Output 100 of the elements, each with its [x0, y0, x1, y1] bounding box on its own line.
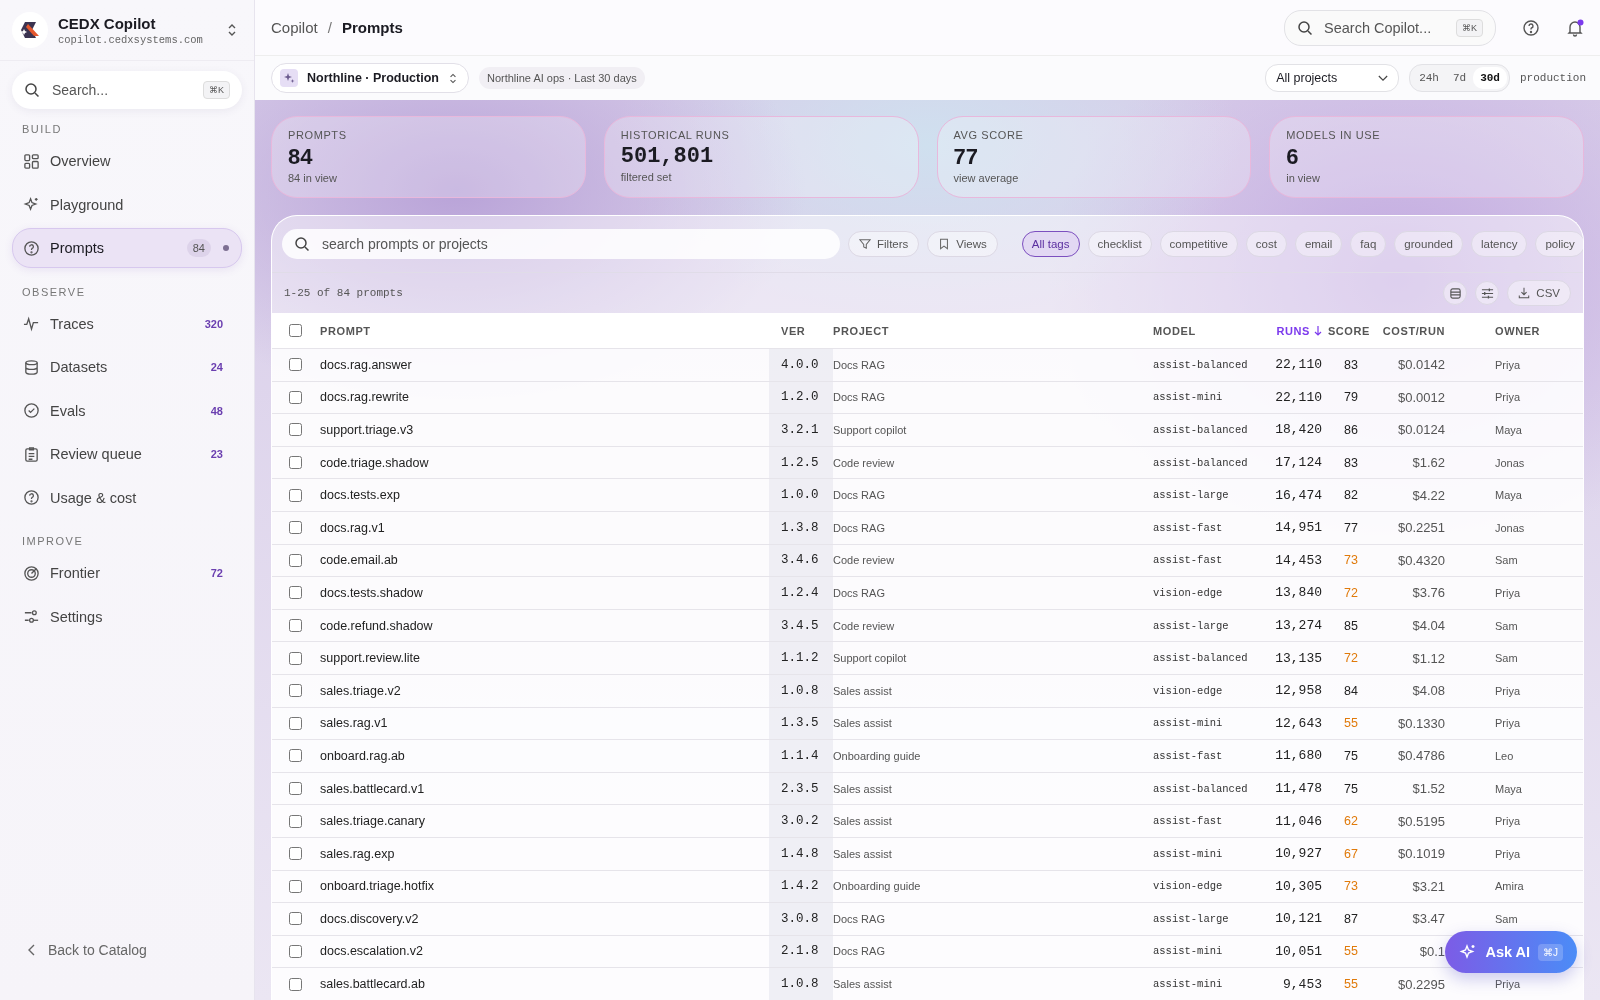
help-icon[interactable]: [1522, 18, 1540, 37]
column-header[interactable]: SCORE: [1322, 324, 1370, 337]
range-option[interactable]: 7d: [1445, 67, 1474, 89]
range-option[interactable]: 30d: [1473, 67, 1507, 89]
tag-chip[interactable]: policy: [1535, 231, 1583, 257]
search-input[interactable]: Search Copilot...: [1322, 18, 1447, 37]
row-checkbox[interactable]: [288, 651, 302, 665]
tag-chip[interactable]: cost: [1245, 231, 1287, 257]
stat-value: 77: [953, 144, 979, 170]
row-checkbox[interactable]: [288, 716, 302, 730]
search-icon: [1297, 19, 1313, 36]
nav-item[interactable]: Frontier 72: [12, 553, 242, 593]
prompt-name[interactable]: docs.tests.shadow: [318, 585, 769, 600]
nav-item[interactable]: Overview: [12, 141, 242, 181]
column-header[interactable]: RUNS: [1247, 324, 1322, 337]
row-checkbox[interactable]: [288, 358, 302, 372]
prompt-name[interactable]: code.email.ab: [318, 553, 769, 568]
nav-item[interactable]: Evals 48: [12, 390, 242, 431]
nav-item[interactable]: Playground: [12, 184, 242, 225]
row-checkbox[interactable]: [288, 586, 302, 600]
views-button[interactable]: Views: [927, 231, 998, 257]
table-cell: 1.2.0: [769, 381, 833, 414]
tag-chip[interactable]: checklist: [1087, 231, 1152, 257]
column-header[interactable]: VER: [769, 313, 833, 348]
column-header[interactable]: PROJECT: [833, 324, 1153, 337]
column-header[interactable]: COST/RUN: [1370, 324, 1445, 337]
nav-item[interactable]: Prompts 84: [12, 228, 242, 268]
column-header[interactable]: OWNER: [1445, 324, 1555, 337]
prompt-name[interactable]: sales.rag.v1: [318, 716, 769, 731]
prompt-name[interactable]: docs.tests.exp: [318, 488, 769, 503]
search-input[interactable]: search prompts or projects: [320, 235, 828, 253]
nav-item[interactable]: Review queue 23: [12, 434, 242, 474]
search-input[interactable]: Search...: [50, 81, 193, 99]
sidebar-search-field[interactable]: Search... ⌘K: [12, 71, 242, 109]
tag-chip[interactable]: grounded: [1394, 231, 1463, 257]
row-checkbox[interactable]: [288, 488, 302, 502]
project-select[interactable]: All projects: [1265, 64, 1400, 92]
csv-export-button[interactable]: CSV: [1507, 280, 1571, 306]
row-checkbox[interactable]: [288, 945, 302, 958]
columns-button[interactable]: [1475, 281, 1500, 305]
nav-item[interactable]: Settings: [12, 596, 242, 637]
nav-item[interactable]: Datasets 24: [12, 347, 242, 387]
chevron-updown-icon[interactable]: [226, 22, 238, 38]
table-cell-text: $0.1019: [1397, 846, 1445, 862]
workspace-select[interactable]: Northline · Production: [271, 63, 469, 93]
search-field[interactable]: Search Copilot... ⌘K: [1284, 9, 1496, 46]
row-checkbox[interactable]: [288, 390, 302, 404]
row-checkbox[interactable]: [288, 521, 302, 535]
row-checkbox[interactable]: [288, 814, 302, 828]
stat-note: filtered set: [620, 171, 673, 183]
prompt-name[interactable]: sales.battlecard.ab: [318, 977, 769, 992]
search-field[interactable]: search prompts or projects: [282, 229, 840, 259]
row-checkbox[interactable]: [288, 977, 302, 991]
row-checkbox[interactable]: [288, 749, 302, 763]
table-cell-text: $0.1330: [1397, 715, 1445, 731]
prompt-name[interactable]: code.refund.shadow: [318, 618, 769, 633]
prompt-name[interactable]: docs.rag.v1: [318, 520, 769, 535]
tag-chip[interactable]: faq: [1350, 231, 1387, 257]
table-cell-text: 17,124: [1274, 455, 1322, 471]
prompt-name[interactable]: sales.rag.exp: [318, 846, 769, 861]
tag-chip[interactable]: latency: [1470, 231, 1528, 257]
prompt-name[interactable]: support.review.lite: [318, 651, 769, 666]
tag-chip[interactable]: competitive: [1159, 231, 1238, 257]
table-cell-text: 22,110: [1274, 389, 1322, 405]
filters-button[interactable]: Filters: [848, 231, 920, 257]
select-all-checkbox[interactable]: [288, 324, 302, 337]
bell-icon[interactable]: [1566, 18, 1584, 37]
prompt-name[interactable]: sales.triage.v2: [318, 683, 769, 698]
row-checkbox[interactable]: [288, 879, 302, 893]
back-link[interactable]: Back to Catalog: [12, 930, 242, 970]
column-header[interactable]: MODEL: [1153, 324, 1247, 337]
nav-item[interactable]: Usage & cost: [12, 477, 242, 518]
prompt-name[interactable]: support.triage.v3: [318, 423, 769, 437]
range-option[interactable]: 24h: [1412, 67, 1446, 89]
row-checkbox[interactable]: [288, 847, 302, 861]
row-checkbox[interactable]: [288, 553, 302, 567]
prompt-name[interactable]: docs.rag.answer: [318, 357, 769, 372]
prompt-name[interactable]: code.triage.shadow: [318, 455, 769, 470]
table-cell-text: 22,110: [1274, 357, 1322, 373]
density-button[interactable]: [1443, 281, 1468, 305]
breadcrumb-link[interactable]: Copilot: [271, 19, 318, 36]
row-checkbox[interactable]: [288, 619, 302, 633]
table-cell-text: Support copilot: [833, 424, 908, 436]
prompt-name[interactable]: sales.triage.canary: [318, 814, 769, 829]
row-checkbox[interactable]: [288, 456, 302, 470]
row-checkbox[interactable]: [288, 684, 302, 698]
prompt-name[interactable]: onboard.rag.ab: [318, 748, 769, 763]
prompt-name[interactable]: docs.rag.rewrite: [318, 390, 769, 405]
tag-chip[interactable]: email: [1294, 231, 1343, 257]
tag-chip[interactable]: All tags: [1021, 231, 1080, 257]
prompt-name[interactable]: docs.escalation.v2: [318, 944, 769, 959]
column-header[interactable]: PROMPT: [318, 324, 769, 337]
ask-ai-button[interactable]: Ask AI ⌘J: [1445, 931, 1577, 973]
row-checkbox[interactable]: [288, 423, 302, 437]
prompt-name[interactable]: docs.discovery.v2: [318, 911, 769, 926]
prompt-name[interactable]: onboard.triage.hotfix: [318, 879, 769, 894]
nav-item[interactable]: Traces 320: [12, 303, 242, 344]
row-checkbox[interactable]: [288, 782, 302, 795]
prompt-name[interactable]: sales.battlecard.v1: [318, 781, 769, 796]
row-checkbox[interactable]: [288, 912, 302, 926]
